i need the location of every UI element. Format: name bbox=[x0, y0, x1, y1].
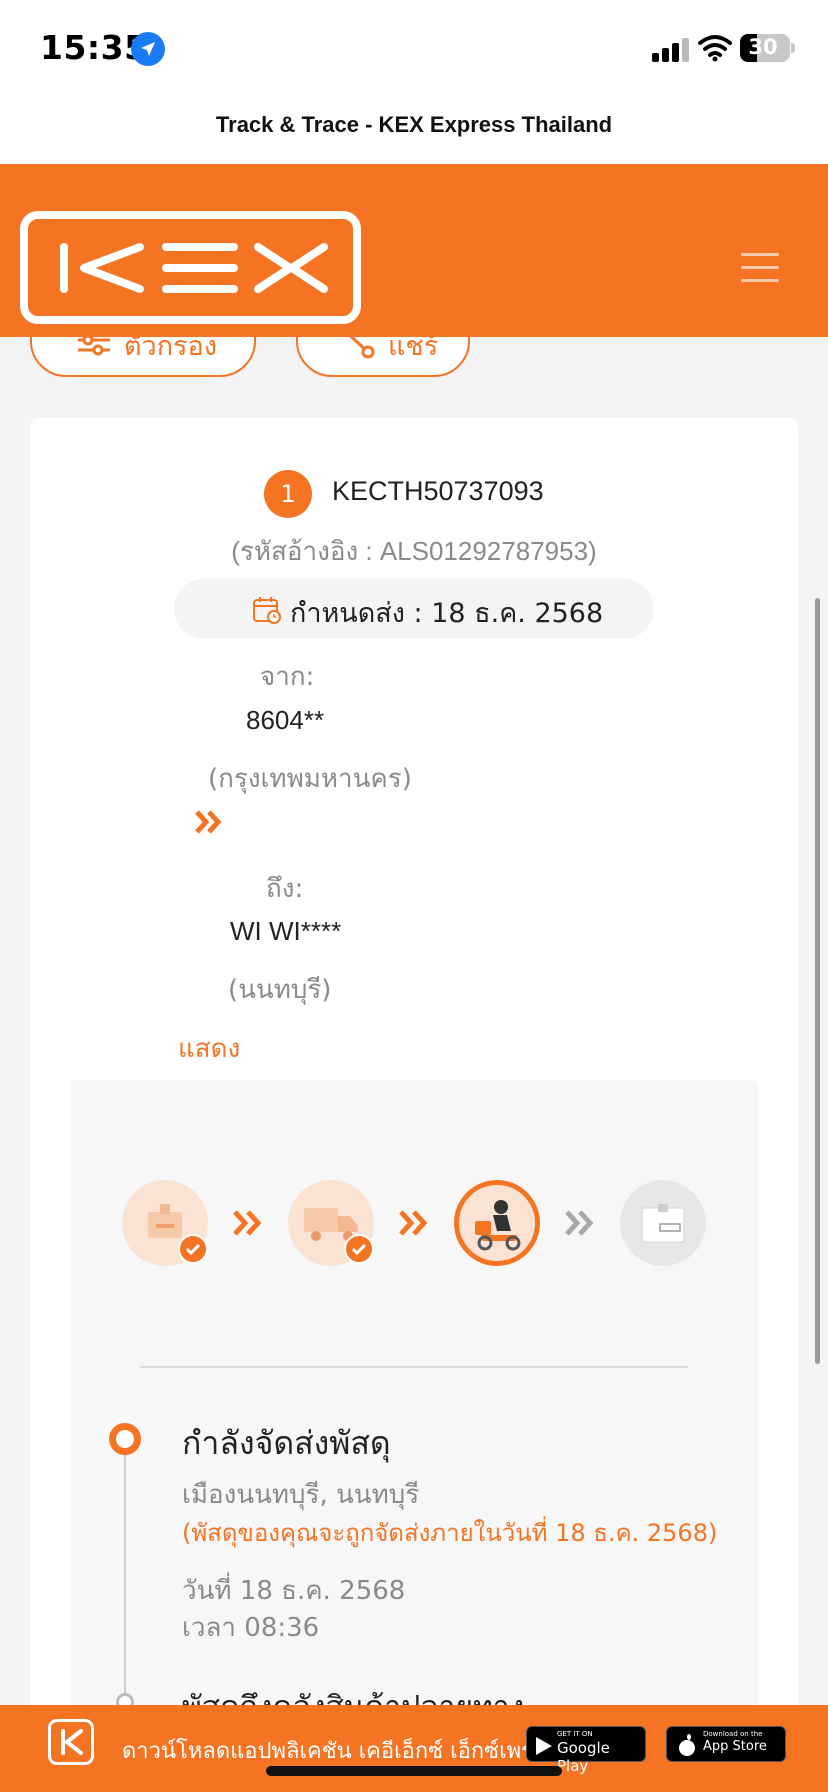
kex-app-icon[interactable] bbox=[48, 1719, 94, 1765]
step-chevron-icon bbox=[399, 1210, 428, 1236]
recipient-name: WI WI**** bbox=[230, 916, 342, 946]
delivered-box-icon bbox=[620, 1180, 706, 1266]
delivery-rider-icon bbox=[454, 1180, 540, 1266]
event-time: เวลา 08:36 bbox=[182, 1613, 320, 1643]
truck-icon bbox=[288, 1180, 374, 1266]
event-title: กำลังจัดส่งพัสดุ bbox=[182, 1424, 391, 1462]
page-title: Track & Trace - KEX Express Thailand bbox=[215, 112, 613, 137]
parcel-icon bbox=[122, 1180, 208, 1266]
shipment-index-badge: 1 bbox=[264, 470, 312, 518]
step-chevron-icon bbox=[565, 1210, 594, 1236]
timeline-current-dot bbox=[109, 1423, 141, 1455]
google-play-button[interactable]: GET IT ON Google Play bbox=[526, 1726, 646, 1775]
site-header bbox=[0, 164, 828, 337]
due-date-pill: กำหนดส่ง : 18 ธ.ค. 2568 bbox=[174, 579, 654, 639]
timeline-line bbox=[124, 1455, 126, 1705]
app-store-small: Download on the bbox=[703, 1730, 763, 1738]
banner-text: ดาวน์โหลดแอปพลิเคชัน เคอีเอ็กซ์ เอ็กซ์เพ… bbox=[122, 1739, 547, 1764]
check-icon bbox=[344, 1234, 374, 1264]
calendar-icon bbox=[253, 597, 281, 624]
from-label: จาก: bbox=[260, 662, 315, 692]
event-date: วันที่ 18 ธ.ค. 2568 bbox=[182, 1576, 406, 1606]
show-details-link[interactable]: แสดง bbox=[178, 1028, 240, 1069]
battery-level: 30 bbox=[748, 35, 778, 59]
progress-divider bbox=[140, 1366, 688, 1368]
scrollbar[interactable] bbox=[815, 598, 820, 1364]
battery-icon: 30 bbox=[740, 34, 790, 62]
reference-number: (รหัสอ้างอิง : ALS01292787953) bbox=[231, 536, 597, 566]
event-note: (พัสดุของคุณจะถูกจัดส่งภายในวันที่ 18 ธ.… bbox=[182, 1519, 718, 1547]
tracking-number: KECTH50737093 bbox=[332, 476, 544, 506]
event-location: เมืองนนทบุรี, นนทบุรี bbox=[182, 1480, 420, 1510]
to-label: ถึง: bbox=[266, 874, 304, 904]
wifi-icon bbox=[698, 35, 732, 62]
kex-logo[interactable] bbox=[20, 211, 361, 324]
check-icon bbox=[178, 1234, 208, 1264]
google-play-label: Google Play bbox=[557, 1739, 610, 1775]
cellular-signal-icon bbox=[652, 38, 690, 62]
location-arrow-icon bbox=[131, 32, 165, 66]
status-bar: 15:35 30 bbox=[0, 0, 828, 98]
kex-logo-wordmark bbox=[60, 243, 328, 293]
hamburger-menu-icon[interactable] bbox=[741, 253, 779, 283]
sender-code: 8604** bbox=[246, 705, 325, 735]
google-play-small: GET IT ON bbox=[557, 1730, 593, 1738]
home-indicator[interactable] bbox=[266, 1766, 562, 1776]
double-chevron-right-icon bbox=[195, 810, 222, 834]
progress-panel bbox=[70, 1080, 758, 1720]
apple-icon bbox=[679, 1734, 695, 1756]
step-chevron-icon bbox=[233, 1210, 262, 1236]
sender-city: (กรุงเทพมหานคร) bbox=[208, 764, 412, 794]
app-store-button[interactable]: Download on the App Store bbox=[666, 1726, 786, 1762]
app-store-label: App Store bbox=[703, 1739, 767, 1754]
app-download-banner: ดาวน์โหลดแอปพลิเคชัน เคอีเอ็กซ์ เอ็กซ์เพ… bbox=[0, 1705, 828, 1792]
google-play-icon bbox=[536, 1737, 552, 1755]
due-date-text: กำหนดส่ง : 18 ธ.ค. 2568 bbox=[290, 598, 604, 629]
recipient-city: (นนทบุรี) bbox=[228, 975, 332, 1005]
